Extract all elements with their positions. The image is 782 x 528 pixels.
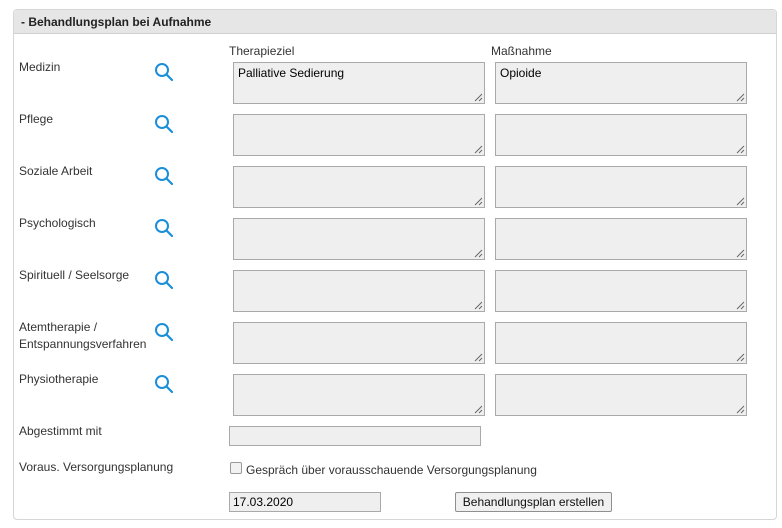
measure-textarea-spirituell[interactable] (495, 270, 747, 312)
planning-label: Voraus. Versorgungsplanung (19, 460, 174, 474)
create-plan-button[interactable]: Behandlungsplan erstellen (455, 492, 612, 512)
row-label-physiotherapie: Physiotherapie (19, 372, 99, 386)
goal-textarea-soziale-arbeit[interactable] (233, 166, 485, 208)
measure-text-medizin: Opioide (500, 66, 542, 80)
row-label-pflege: Pflege (19, 112, 54, 126)
goal-textarea-spirituell[interactable] (233, 270, 485, 312)
goal-text-medizin: Palliative Sedierung (238, 66, 345, 80)
measure-textarea-pflege[interactable] (495, 114, 747, 156)
resize-grip-icon[interactable] (474, 145, 483, 154)
row-label-atemtherapie: Atemtherapie / Entspannungsverfahren (19, 319, 146, 353)
search-icon[interactable] (154, 374, 174, 394)
planning-checkbox[interactable] (230, 462, 242, 474)
panel-title: - Behandlungsplan bei Aufnahme (21, 15, 212, 29)
measure-textarea-atemtherapie[interactable] (495, 322, 747, 364)
resize-grip-icon[interactable] (736, 353, 745, 362)
resize-grip-icon[interactable] (474, 301, 483, 310)
panel-header[interactable]: - Behandlungsplan bei Aufnahme (14, 10, 776, 34)
resize-grip-icon[interactable] (474, 405, 483, 414)
column-header-measure: Maßnahme (491, 44, 552, 58)
resize-grip-icon[interactable] (736, 405, 745, 414)
resize-grip-icon[interactable] (736, 249, 745, 258)
search-icon[interactable] (154, 218, 174, 238)
agreed-label: Abgestimmt mit (19, 424, 102, 438)
date-input[interactable]: 17.03.2020 (229, 492, 381, 512)
search-icon[interactable] (154, 114, 174, 134)
resize-grip-icon[interactable] (736, 301, 745, 310)
resize-grip-icon[interactable] (474, 353, 483, 362)
resize-grip-icon[interactable] (474, 93, 483, 102)
resize-grip-icon[interactable] (736, 197, 745, 206)
row-label-line: Entspannungsverfahren (19, 337, 147, 351)
column-header-goal: Therapieziel (229, 44, 295, 58)
resize-grip-icon[interactable] (736, 145, 745, 154)
goal-textarea-medizin[interactable]: Palliative Sedierung (233, 62, 485, 104)
search-icon[interactable] (154, 166, 174, 186)
goal-textarea-physiotherapie[interactable] (233, 374, 485, 416)
planning-checkbox-label[interactable]: Gespräch über vorausschauende Versorgung… (246, 463, 537, 477)
measure-textarea-medizin[interactable]: Opioide (495, 62, 747, 104)
search-icon[interactable] (154, 270, 174, 290)
goal-textarea-atemtherapie[interactable] (233, 322, 485, 364)
row-label-line: Atemtherapie / (19, 320, 98, 334)
measure-textarea-soziale-arbeit[interactable] (495, 166, 747, 208)
search-icon[interactable] (154, 322, 174, 342)
goal-textarea-pflege[interactable] (233, 114, 485, 156)
measure-textarea-physiotherapie[interactable] (495, 374, 747, 416)
resize-grip-icon[interactable] (736, 93, 745, 102)
resize-grip-icon[interactable] (474, 197, 483, 206)
search-icon[interactable] (154, 62, 174, 82)
goal-textarea-psychologisch[interactable] (233, 218, 485, 260)
agreed-input[interactable] (229, 426, 481, 446)
row-label-psychologisch: Psychologisch (19, 216, 96, 230)
resize-grip-icon[interactable] (474, 249, 483, 258)
row-label-soziale-arbeit: Soziale Arbeit (19, 164, 93, 178)
measure-textarea-psychologisch[interactable] (495, 218, 747, 260)
row-label-spirituell: Spirituell / Seelsorge (19, 268, 130, 282)
row-label-medizin: Medizin (19, 60, 61, 74)
